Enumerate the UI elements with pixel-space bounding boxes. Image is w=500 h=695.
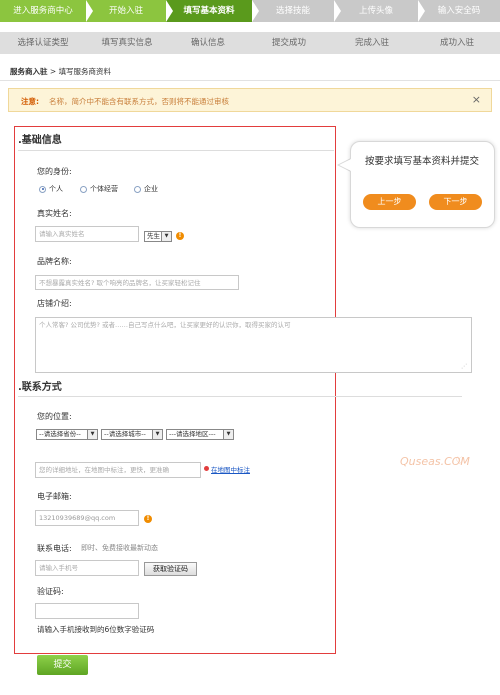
radio-dot-selected <box>39 185 46 193</box>
identity-radio-individual[interactable]: 个体经营 <box>80 184 118 194</box>
section-title-contact: .联系方式 <box>18 382 62 393</box>
radio-dot <box>80 185 87 193</box>
tooltip-text: 按要求填写基本资料并提交 <box>365 156 480 167</box>
info-icon: ! <box>176 232 184 240</box>
chevron-down-icon: ▼ <box>87 430 97 439</box>
location-label: 您的位置: <box>37 412 72 421</box>
breadcrumb-divider <box>0 80 500 81</box>
breadcrumb-separator: > <box>47 67 59 76</box>
info-icon: ! <box>144 515 152 523</box>
identity-label: 您的身份: <box>37 167 72 176</box>
step-avatar: 上传头像 <box>334 0 425 22</box>
chevron-down-icon: ▼ <box>161 232 171 241</box>
step-bar-primary: 进入服务商中心 开始入驻 填写基本资料 选择技能 上传头像 输入安全码 <box>0 0 500 22</box>
notice-text: 名称，简介中不能含有联系方式，否则将不能通过审核 <box>49 97 229 106</box>
gender-select[interactable]: 先生 ▼ <box>144 231 172 242</box>
notice-label: 注意: <box>21 97 39 106</box>
step-submitted: 提交成功 <box>248 32 337 54</box>
step-skills: 选择技能 <box>252 0 341 22</box>
breadcrumb: 服务商入驻 > 填写服务商资料 <box>10 66 111 77</box>
chevron-down-icon: ▼ <box>152 430 162 439</box>
brand-input[interactable]: 不想暴露真实姓名? 取个响亮的品牌名，让买家轻松记住 <box>35 275 239 290</box>
step-security-code: 输入安全码 <box>418 0 500 22</box>
email-label: 电子邮箱: <box>37 492 72 501</box>
tip-arrow-inner <box>339 159 351 171</box>
map-pin-icon <box>204 466 209 471</box>
brand-label: 品牌名称: <box>37 257 72 266</box>
city-select[interactable]: --请选择城市-- ▼ <box>101 429 163 440</box>
section-title-basic: .基础信息 <box>18 135 62 146</box>
radio-dot <box>134 185 141 193</box>
step-success: 成功入驻 <box>414 32 500 54</box>
step-finish: 完成入驻 <box>330 32 421 54</box>
step-basic-info: 填写基本资料 <box>166 0 259 22</box>
notice-bar: 注意: 名称，简介中不能含有联系方式，否则将不能通过审核 × <box>8 88 492 112</box>
intro-textarea[interactable]: 个人常客? 公司优势? 或者……自己写点什么吧，让买家更好的认识你，取得买家的认… <box>35 317 472 373</box>
step-select-cert: 选择认证类型 <box>0 32 93 54</box>
phone-hint: 即时、免费接收最新动态 <box>81 544 158 552</box>
identity-radio-personal[interactable]: 个人 <box>39 184 63 194</box>
prev-step-button[interactable]: 上一步 <box>363 194 416 210</box>
intro-label: 店铺介绍: <box>37 299 72 308</box>
close-icon[interactable]: × <box>472 93 481 106</box>
email-input[interactable]: 13210939689@qq.com <box>35 510 139 526</box>
guide-tooltip: 按要求填写基本资料并提交 上一步 下一步 <box>350 141 495 228</box>
phone-input[interactable]: 请输入手机号 <box>35 560 139 576</box>
chevron-down-icon: ▼ <box>223 430 233 439</box>
step-confirm: 确认信息 <box>168 32 255 54</box>
province-select[interactable]: --请选择省份-- ▼ <box>36 429 98 440</box>
phone-label: 联系电话: <box>37 544 72 553</box>
district-select[interactable]: ---请选择地区--- ▼ <box>166 429 234 440</box>
resize-handle-icon[interactable]: ⋰ <box>461 363 467 370</box>
realname-input[interactable]: 请输入真实姓名 <box>35 226 139 242</box>
address-input[interactable]: 您的详细地址，在地图中标注，更快，更准确 <box>35 462 201 478</box>
breadcrumb-current: 填写服务商资料 <box>58 67 112 76</box>
code-input[interactable] <box>35 603 139 619</box>
breadcrumb-root[interactable]: 服务商入驻 <box>10 67 48 76</box>
section-divider <box>18 150 334 151</box>
map-mark-link[interactable]: 在地图中标注 <box>211 464 250 474</box>
step-bar-secondary: 选择认证类型 填写真实信息 确认信息 提交成功 完成入驻 成功入驻 <box>0 32 500 54</box>
code-hint: 请输入手机接收到的6位数字验证码 <box>37 625 155 634</box>
code-label: 验证码: <box>37 587 64 596</box>
get-code-button[interactable]: 获取验证码 <box>144 562 197 576</box>
step-enter-center: 进入服务商中心 <box>0 0 93 22</box>
step-real-info: 填写真实信息 <box>86 32 175 54</box>
next-step-button[interactable]: 下一步 <box>429 194 482 210</box>
step-start: 开始入驻 <box>86 0 173 22</box>
heart-icon: ♡ <box>455 456 464 467</box>
submit-button[interactable]: 提交 <box>37 655 88 675</box>
realname-label: 真实姓名: <box>37 209 72 218</box>
section-divider <box>18 396 462 397</box>
identity-radio-company[interactable]: 企业 <box>134 184 158 194</box>
